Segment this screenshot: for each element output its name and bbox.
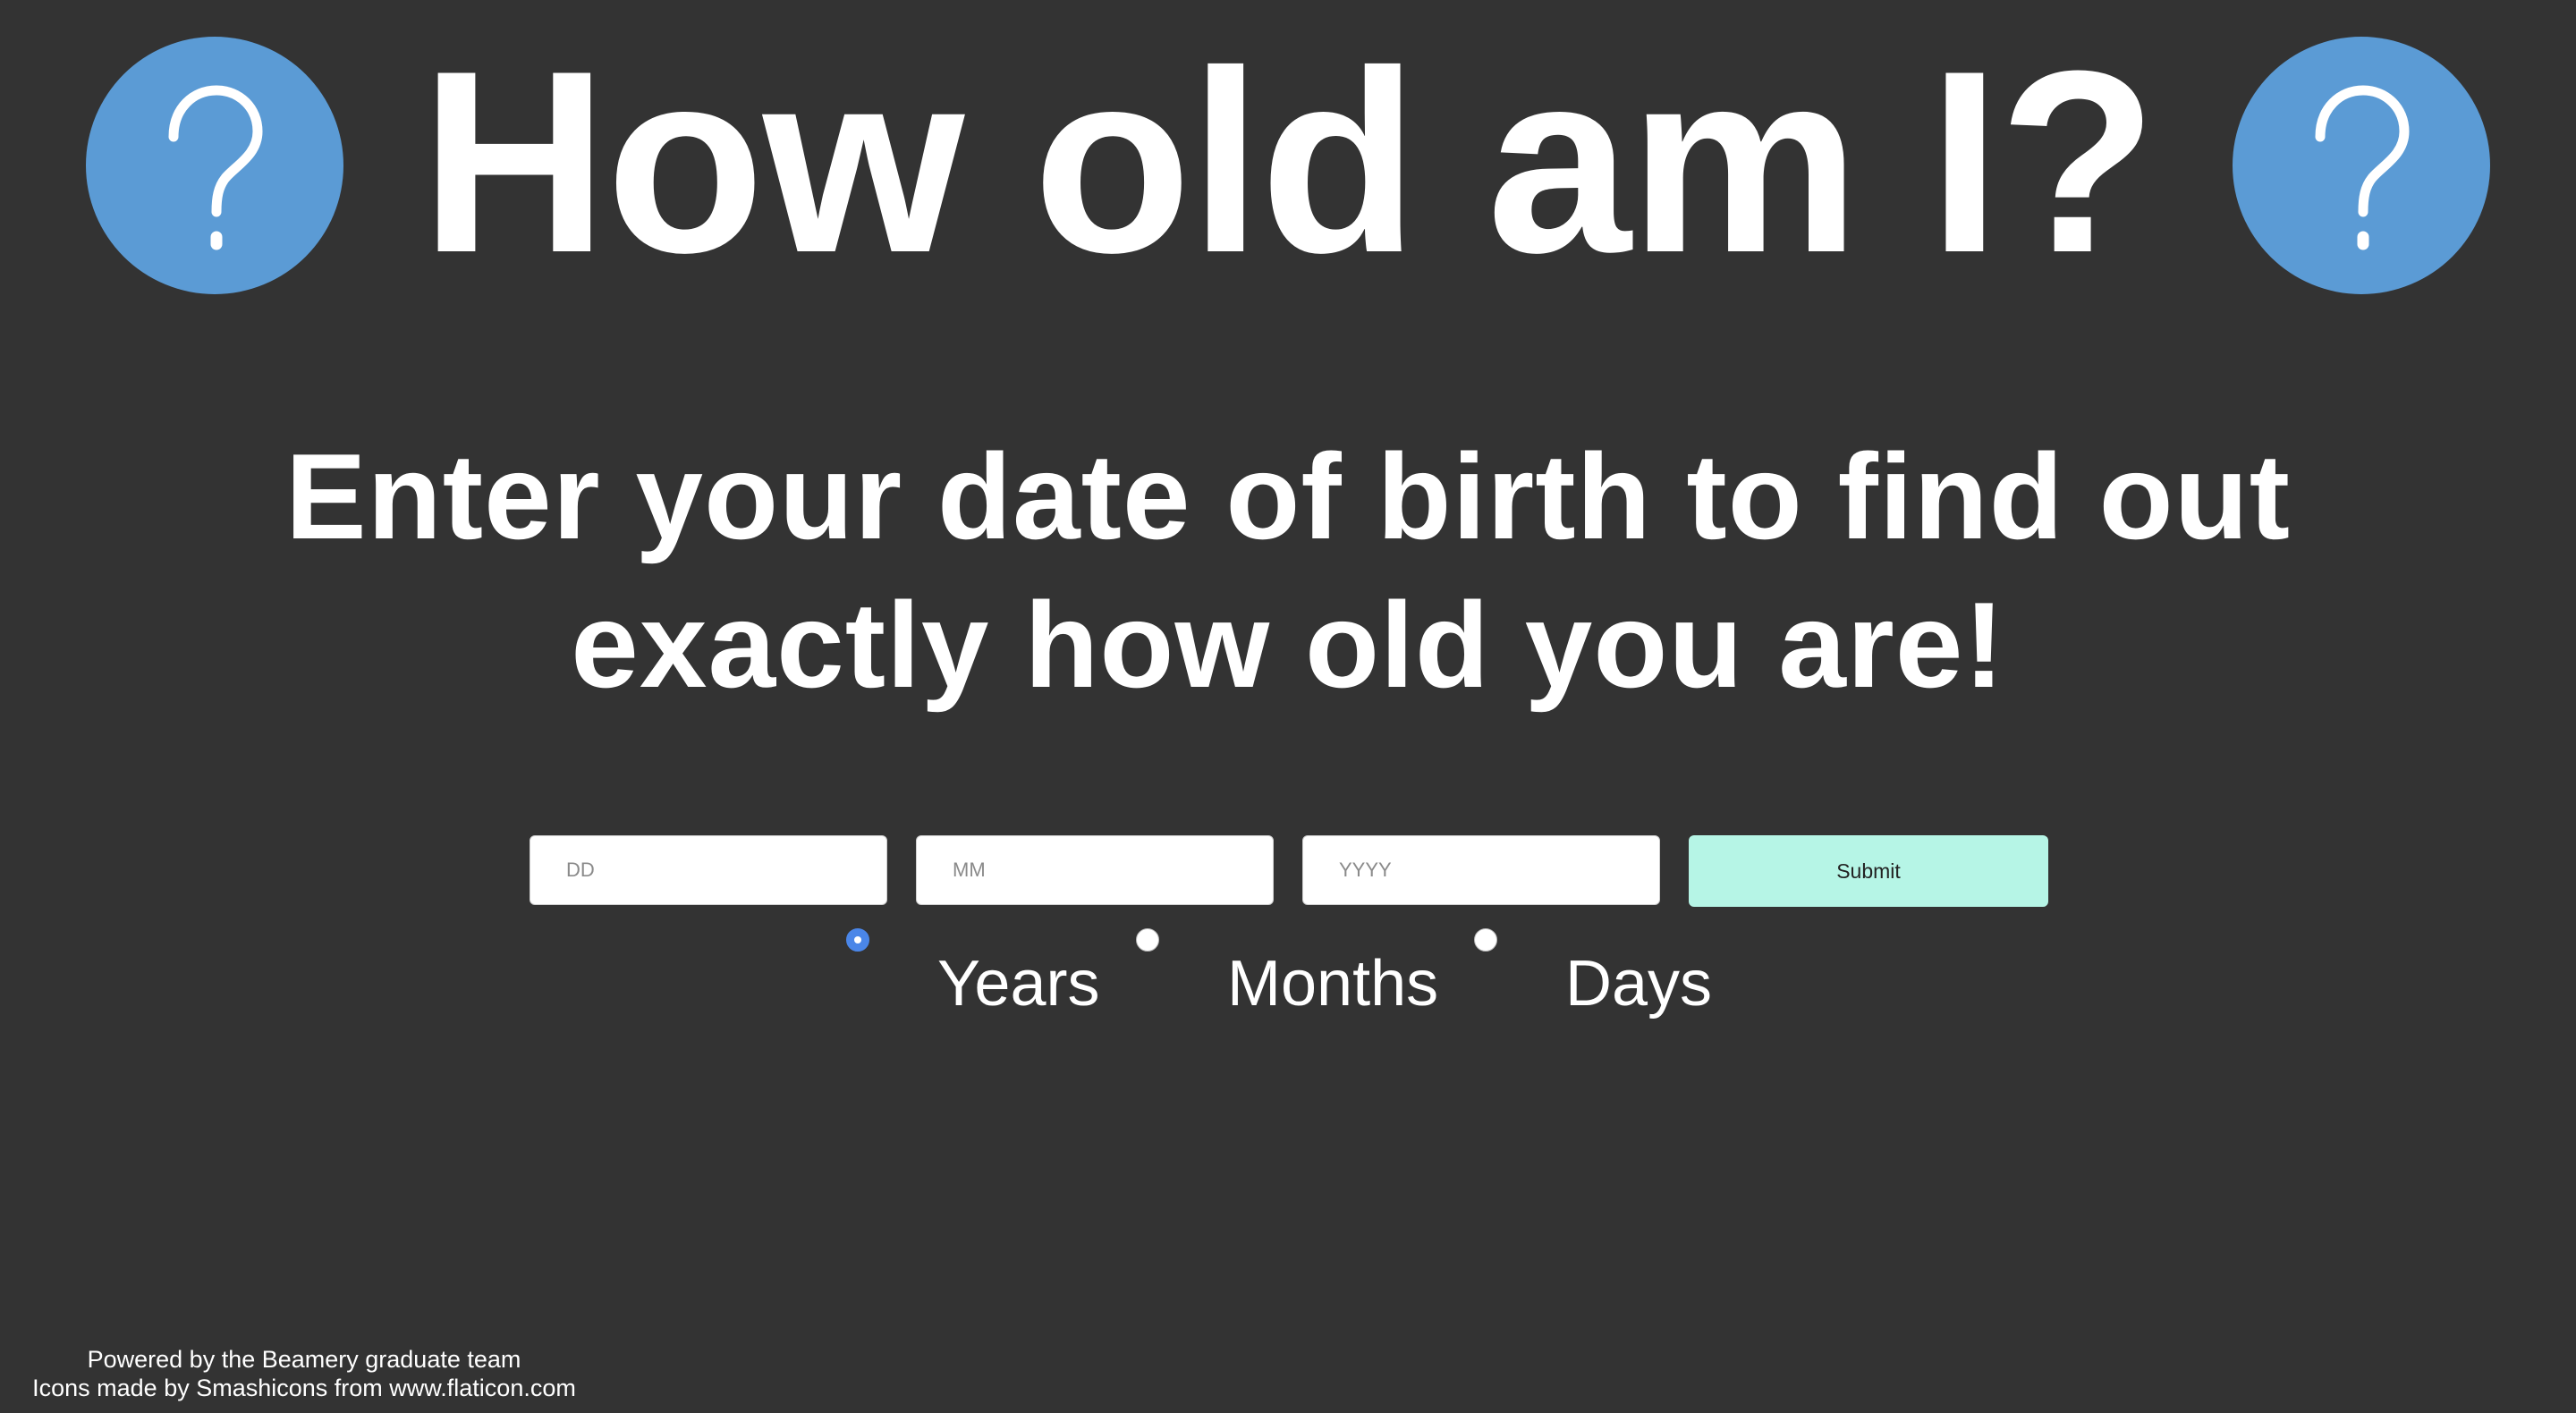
radio-days-label[interactable]: Days	[1565, 948, 1712, 1020]
page: How old am I? Enter your date of birth t…	[0, 0, 2576, 1413]
page-title: How old am I?	[420, 17, 2157, 307]
radio-years[interactable]	[846, 928, 869, 952]
month-input[interactable]	[916, 835, 1274, 905]
year-input[interactable]	[1302, 835, 1660, 905]
question-circle-icon	[2233, 37, 2490, 294]
radio-years-label[interactable]: Years	[937, 948, 1099, 1020]
header: How old am I?	[0, 17, 2576, 307]
instructions-line-2: exactly how old you are!	[571, 577, 2005, 713]
submit-button[interactable]: Submit	[1689, 835, 2048, 907]
radio-months[interactable]	[1136, 928, 1159, 952]
footer-icon-credit: Icons made by Smashicons from www.flatic…	[32, 1375, 576, 1401]
footer: Powered by the Beamery graduate team Ico…	[0, 1345, 608, 1402]
instructions-heading: Enter your date of birth to find out exa…	[179, 422, 2397, 719]
day-input[interactable]	[530, 835, 887, 905]
footer-credit: Powered by the Beamery graduate team	[87, 1346, 521, 1373]
dob-form: Submit	[528, 835, 2048, 907]
radio-days[interactable]	[1474, 928, 1497, 952]
radio-months-label[interactable]: Months	[1227, 948, 1438, 1020]
instructions-line-1: Enter your date of birth to find out	[284, 428, 2291, 564]
question-circle-icon	[86, 37, 343, 294]
unit-radio-group: Years Months Days	[841, 926, 1735, 1025]
